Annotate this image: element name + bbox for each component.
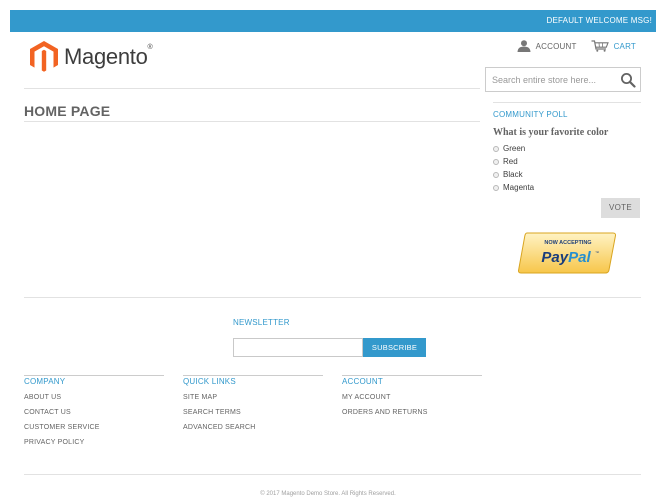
paypal-tm: ™ <box>595 250 599 255</box>
newsletter-title: NEWSLETTER <box>233 318 290 327</box>
footer-column-company: COMPANY ABOUT US CONTACT US CUSTOMER SER… <box>24 375 164 446</box>
poll-option-label: Red <box>503 157 518 166</box>
page-title: HOME PAGE <box>24 103 111 119</box>
vote-button[interactable]: VOTE <box>601 198 640 218</box>
cart-label: CART <box>613 41 636 51</box>
footer-link-advanced-search[interactable]: ADVANCED SEARCH <box>183 424 323 431</box>
poll-option-magenta[interactable]: Magenta <box>493 181 643 194</box>
footer-link-search-terms[interactable]: SEARCH TERMS <box>183 409 323 416</box>
paypal-now-accepting: NOW ACCEPTING <box>544 240 591 246</box>
sidebar-divider <box>493 102 641 103</box>
user-icon <box>517 40 531 52</box>
footer-column-rule <box>183 375 323 376</box>
paypal-badge[interactable]: NOW ACCEPTING PayPal ™ <box>517 231 617 280</box>
poll-option-black[interactable]: Black <box>493 168 643 181</box>
radio-button[interactable] <box>493 171 499 178</box>
footer-link-customer-service[interactable]: CUSTOMER SERVICE <box>24 424 164 431</box>
header-divider <box>24 88 480 89</box>
poll-option-label: Green <box>503 144 526 153</box>
poll-option-red[interactable]: Red <box>493 155 643 168</box>
poll-option-label: Black <box>503 170 523 179</box>
footer-column-rule <box>24 375 164 376</box>
search-input[interactable] <box>486 68 616 91</box>
search-icon[interactable] <box>620 72 636 88</box>
logo-link[interactable]: Magento® <box>30 39 153 75</box>
footer-column-rule <box>342 375 482 376</box>
footer-link-site-map[interactable]: SITE MAP <box>183 394 323 401</box>
cart-link[interactable]: CART <box>591 40 636 52</box>
newsletter-email-input[interactable] <box>233 338 363 357</box>
page-title-underline <box>24 121 480 122</box>
paypal-brand: PayPal <box>541 249 591 266</box>
poll-question: What is your favorite color <box>493 127 609 138</box>
poll-option-label: Magenta <box>503 183 535 192</box>
footer-divider <box>24 297 641 298</box>
footer-link-my-account[interactable]: MY ACCOUNT <box>342 394 482 401</box>
footer-link-orders-and-returns[interactable]: ORDERS AND RETURNS <box>342 409 482 416</box>
welcome-message: DEFAULT WELCOME MSG! <box>546 16 652 25</box>
footer-heading: QUICK LINKS <box>183 377 236 386</box>
account-link[interactable]: ACCOUNT <box>517 40 577 52</box>
header-links: ACCOUNT CART <box>517 40 636 52</box>
footer-link-about-us[interactable]: ABOUT US <box>24 394 164 401</box>
account-label: ACCOUNT <box>535 41 577 51</box>
footer-column-quick-links: QUICK LINKS SITE MAP SEARCH TERMS ADVANC… <box>183 375 323 431</box>
search-box <box>485 67 641 92</box>
radio-button[interactable] <box>493 145 499 152</box>
magento-logo-icon <box>30 41 58 72</box>
top-bar: DEFAULT WELCOME MSG! <box>10 10 656 32</box>
poll-title: COMMUNITY POLL <box>493 110 568 119</box>
footer-heading: COMPANY <box>24 377 66 386</box>
footer-link-contact-us[interactable]: CONTACT US <box>24 409 164 416</box>
cart-icon <box>591 40 609 52</box>
copyright: © 2017 Magento Demo Store. All Rights Re… <box>260 491 396 497</box>
subscribe-button[interactable]: SUBSCRIBE <box>363 338 426 357</box>
footer-column-account: ACCOUNT MY ACCOUNT ORDERS AND RETURNS <box>342 375 482 416</box>
logo-text: Magento® <box>64 44 153 69</box>
radio-button[interactable] <box>493 158 499 165</box>
paypal-logo-icon: NOW ACCEPTING PayPal ™ <box>518 232 616 274</box>
community-poll: COMMUNITY POLL What is your favorite col… <box>493 110 643 194</box>
radio-button[interactable] <box>493 184 499 191</box>
footer-heading: ACCOUNT <box>342 377 383 386</box>
poll-option-green[interactable]: Green <box>493 142 643 155</box>
copyright-divider <box>24 474 641 475</box>
footer-link-privacy-policy[interactable]: PRIVACY POLICY <box>24 439 164 446</box>
